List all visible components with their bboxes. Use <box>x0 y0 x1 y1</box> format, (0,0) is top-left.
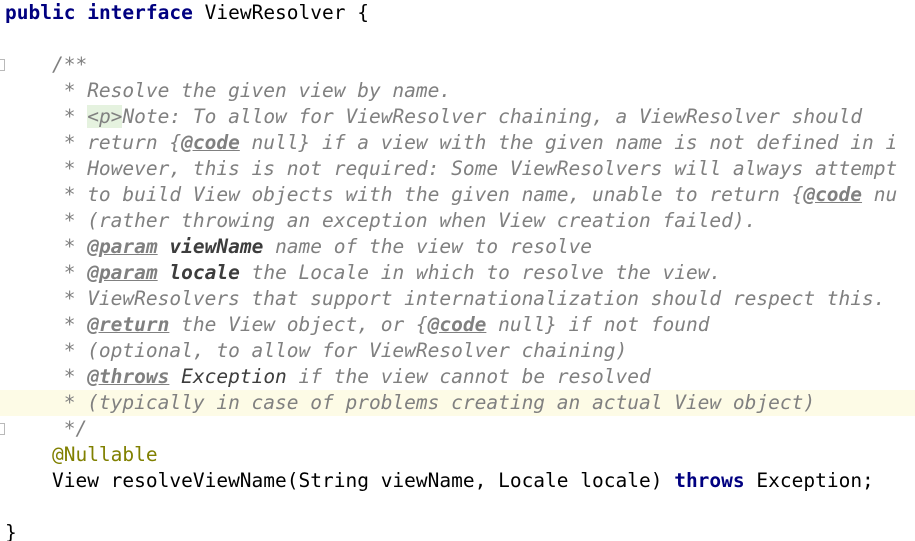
doc-exception-ref[interactable]: Exception <box>181 365 287 388</box>
code-editor[interactable]: public interface ViewResolver { /** * Re… <box>0 0 915 541</box>
method-throws-clause: Exception; <box>744 469 874 492</box>
doc-text: * (typically in case of problems creatin… <box>51 391 816 414</box>
doc-text: the Locale in which to resolve the view. <box>239 261 722 284</box>
doc-text: null} if not found <box>486 313 710 336</box>
keyword-throws: throws <box>674 469 745 492</box>
code-line-doc-open: /** <box>5 52 87 78</box>
code-line-doc-param: * @param locale the Locale in which to r… <box>5 260 722 286</box>
code-line-doc: * ViewResolvers that support internation… <box>5 286 886 312</box>
doc-text: name of the view to resolve <box>263 235 593 258</box>
code-line-doc: * (rather throwing an exception when Vie… <box>5 208 757 234</box>
keyword-interface: interface <box>87 1 193 24</box>
closing-brace: } <box>5 521 17 541</box>
code-line-doc: * <p>Note: To allow for ViewResolver cha… <box>5 104 862 130</box>
doc-prefix: * <box>51 105 88 128</box>
doc-text: the View object, or { <box>169 313 428 336</box>
doc-prefix: * <box>51 235 88 258</box>
interface-name: ViewResolver { <box>192 1 369 24</box>
doc-param-name: viewName <box>169 235 264 258</box>
doc-text: * However, this is not required: Some Vi… <box>51 157 898 180</box>
code-line-doc-throws: * @throws Exception if the view cannot b… <box>5 364 651 390</box>
doc-text: * ViewResolvers that support internation… <box>51 287 886 310</box>
code-line-doc: * Resolve the given view by name. <box>5 78 451 104</box>
code-line-method-signature: View resolveViewName(String viewName, Lo… <box>5 468 874 494</box>
doc-comment-open: /** <box>51 53 88 76</box>
doc-text: null} if a view with the given name is n… <box>239 131 898 154</box>
doc-tag-return: @return <box>87 313 170 336</box>
doc-text: nu <box>862 183 898 206</box>
doc-text: if the view cannot be resolved <box>286 365 651 388</box>
doc-tag-code: @code <box>181 131 240 154</box>
doc-text: Note: To allow for ViewResolver chaining… <box>122 105 863 128</box>
code-line-doc-param: * @param viewName name of the view to re… <box>5 234 592 260</box>
code-line-doc-return: * @return the View object, or {@code nul… <box>5 312 710 338</box>
code-line-closing-brace: } <box>5 520 17 541</box>
doc-text: * return { <box>51 131 182 154</box>
doc-prefix: * <box>51 365 88 388</box>
doc-tag-code: @code <box>427 313 487 336</box>
method-signature[interactable]: View resolveViewName(String viewName, Lo… <box>52 469 674 492</box>
doc-tag-code: @code <box>803 183 863 206</box>
doc-separator <box>169 365 181 388</box>
keyword-public: public <box>5 1 76 24</box>
doc-comment-close: */ <box>51 417 88 440</box>
doc-prefix: * <box>51 261 88 284</box>
code-line-doc: * to build View objects with the given n… <box>5 182 898 208</box>
code-line-doc: * return {@code null} if a view with the… <box>5 130 898 156</box>
doc-tag-throws: @throws <box>87 365 170 388</box>
doc-prefix: * <box>51 313 88 336</box>
code-line-doc-close: */ <box>5 416 88 442</box>
code-line-doc: * (typically in case of problems creatin… <box>5 390 815 416</box>
doc-text: * (optional, to allow for ViewResolver c… <box>51 339 628 362</box>
doc-text: * to build View objects with the given n… <box>51 183 804 206</box>
code-line-annotation: @Nullable <box>5 442 158 468</box>
doc-text: * (rather throwing an exception when Vie… <box>51 209 757 232</box>
code-line-doc: * However, this is not required: Some Vi… <box>5 156 898 182</box>
doc-text: * Resolve the given view by name. <box>51 79 452 102</box>
doc-html-tag: <p> <box>87 105 123 128</box>
doc-param-name: locale <box>169 261 240 284</box>
annotation-nullable[interactable]: @Nullable <box>52 443 158 466</box>
code-line-interface-declaration: public interface ViewResolver { <box>5 0 369 26</box>
doc-tag-param: @param <box>87 261 158 284</box>
doc-tag-param: @param <box>87 235 158 258</box>
code-line-doc: * (optional, to allow for ViewResolver c… <box>5 338 628 364</box>
